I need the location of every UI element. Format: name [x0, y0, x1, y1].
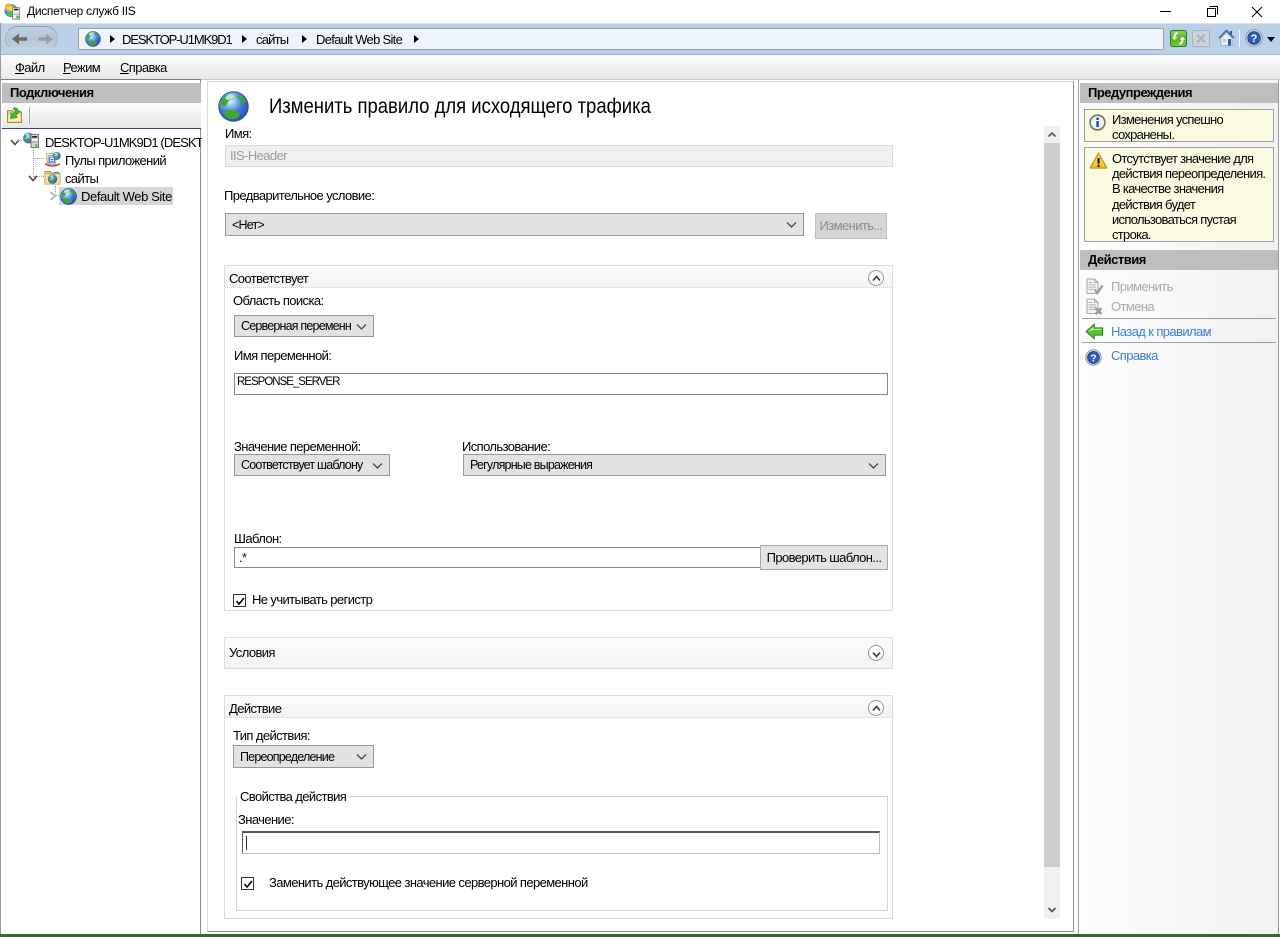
svg-text:?: ? [1251, 33, 1258, 45]
svg-text:?: ? [1090, 353, 1096, 364]
